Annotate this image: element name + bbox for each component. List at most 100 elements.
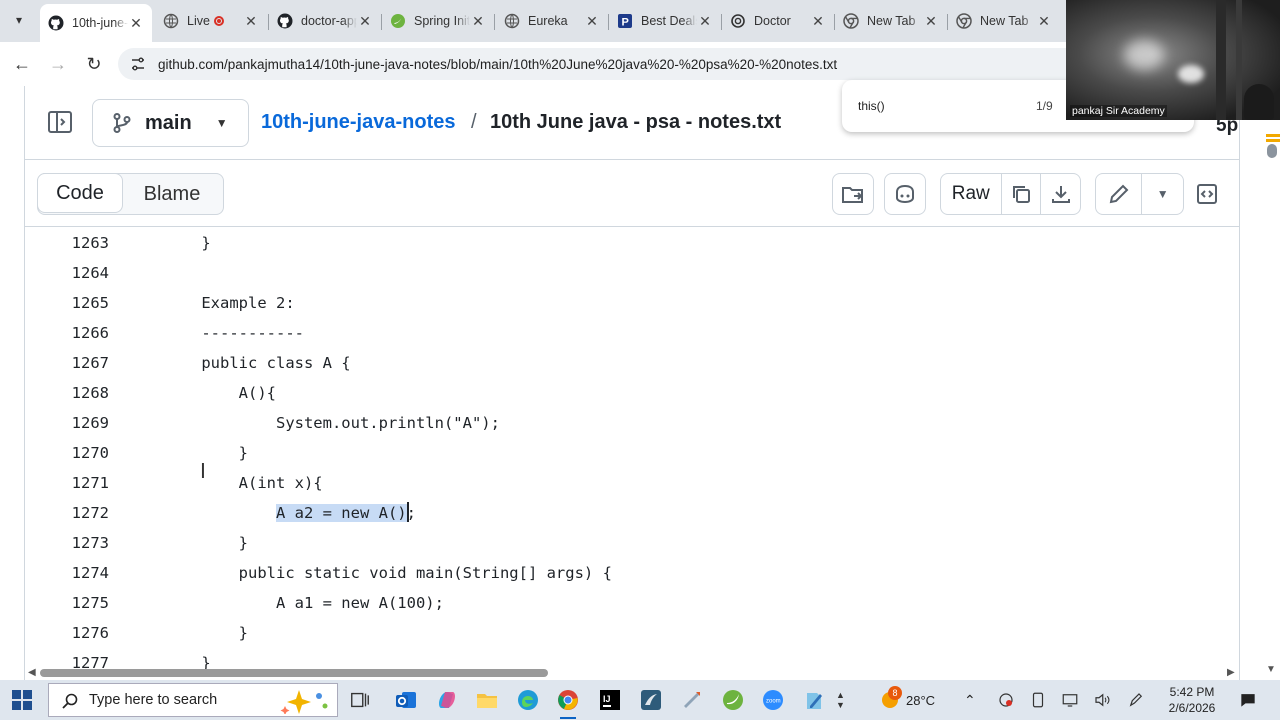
back-arrow-icon[interactable]: ←: [8, 50, 36, 78]
close-icon[interactable]: ✕: [1036, 13, 1052, 30]
line-number[interactable]: 1272: [25, 498, 109, 528]
copilot-button[interactable]: [884, 173, 926, 215]
close-icon[interactable]: ✕: [243, 13, 259, 30]
branch-selector-button[interactable]: main ▼: [92, 99, 249, 147]
mysql-workbench-icon[interactable]: [637, 686, 665, 714]
scroll-right-icon[interactable]: ▶: [1227, 667, 1235, 678]
code-view[interactable]: 1263 } 1264 1265 Example 2: 1266 -------…: [25, 228, 1239, 672]
vertical-scrollbar[interactable]: [1264, 134, 1280, 160]
chevron-up-icon[interactable]: ▲ ▼: [836, 690, 845, 710]
code-line: 1263 }: [25, 228, 1239, 258]
scroll-left-icon[interactable]: ◀: [28, 667, 36, 678]
tab-spring[interactable]: Spring Initializr ✕: [382, 4, 494, 38]
line-number[interactable]: 1264: [25, 258, 109, 288]
outlook-icon[interactable]: [392, 686, 420, 714]
antivirus-tray-icon[interactable]: [992, 686, 1020, 714]
close-icon[interactable]: ✕: [923, 13, 939, 30]
scrollbar-thumb[interactable]: [40, 669, 548, 677]
line-number[interactable]: 1267: [25, 348, 109, 378]
line-number[interactable]: 1270: [25, 438, 109, 468]
horizontal-scrollbar[interactable]: ◀ ▶: [24, 666, 1240, 680]
taskbar-clock[interactable]: 5:42 PM 2/6/2026: [1160, 684, 1224, 716]
copilot-icon: [896, 184, 914, 204]
close-icon[interactable]: ✕: [697, 13, 713, 30]
tab-doctor[interactable]: Doctor ✕: [722, 4, 834, 38]
notifications-icon[interactable]: [1234, 686, 1262, 714]
webcam-overlay: pankaj Sir Academy: [1066, 0, 1280, 120]
tab-code[interactable]: Code: [37, 173, 123, 213]
task-view-icon[interactable]: [346, 686, 374, 714]
tab-blame[interactable]: Blame: [122, 174, 222, 214]
tab-doctor-app[interactable]: doctor-app ✕: [269, 4, 381, 38]
address-bar[interactable]: github.com/pankajmutha14/10th-june-java-…: [118, 48, 1158, 80]
intellij-icon[interactable]: IJ: [596, 686, 624, 714]
code-line: 1274 public static void main(String[] ar…: [25, 558, 1239, 588]
line-number[interactable]: 1266: [25, 318, 109, 348]
site-settings-icon[interactable]: [130, 56, 146, 72]
windows-start-icon[interactable]: [12, 690, 32, 710]
line-content: }: [164, 534, 248, 552]
edge-icon[interactable]: [514, 686, 542, 714]
tab-new-tab-2[interactable]: New Tab ✕: [948, 4, 1060, 38]
tab-github-notes[interactable]: 10th-june-java-notes ✕: [40, 4, 152, 42]
line-number[interactable]: 1273: [25, 528, 109, 558]
scrollbar-thumb[interactable]: [1267, 144, 1277, 158]
pen-tray-icon[interactable]: [1122, 686, 1150, 714]
line-number[interactable]: 1276: [25, 618, 109, 648]
close-icon[interactable]: ✕: [357, 13, 373, 30]
breadcrumb-repo-link[interactable]: 10th-june-java-notes: [261, 111, 455, 134]
close-icon[interactable]: ✕: [810, 13, 826, 30]
file-explorer-icon[interactable]: [473, 686, 501, 714]
line-number[interactable]: 1268: [25, 378, 109, 408]
close-icon[interactable]: ✕: [128, 15, 144, 32]
close-icon[interactable]: ✕: [584, 13, 600, 30]
line-number[interactable]: 1269: [25, 408, 109, 438]
download-icon: [1051, 186, 1070, 203]
tab-new-tab-1[interactable]: New Tab ✕: [835, 4, 947, 38]
tab-eureka[interactable]: Eureka ✕: [496, 4, 608, 38]
open-in-codespace-button[interactable]: [832, 173, 874, 215]
line-number[interactable]: 1275: [25, 588, 109, 618]
weather-temperature[interactable]: 28°C: [906, 680, 935, 720]
tablet-tray-icon[interactable]: [1024, 686, 1052, 714]
scroll-down-icon[interactable]: ▼: [1266, 664, 1276, 675]
line-number[interactable]: 1265: [25, 288, 109, 318]
line-content: Example 2:: [164, 294, 295, 312]
zoom-icon[interactable]: zoom: [759, 686, 787, 714]
github-icon: [48, 15, 64, 31]
tab-search-icon[interactable]: ▾: [8, 9, 30, 31]
code-line: 1268 A(){: [25, 378, 1239, 408]
postman-icon[interactable]: [678, 686, 706, 714]
show-hidden-icons-icon[interactable]: ⌃: [964, 680, 976, 720]
edit-options-button[interactable]: ▼: [1141, 174, 1183, 214]
code-line: 1265 Example 2:: [25, 288, 1239, 318]
network-icon[interactable]: [1056, 686, 1084, 714]
line-number[interactable]: 1274: [25, 558, 109, 588]
close-icon[interactable]: ✕: [470, 13, 486, 30]
taskbar-scroll-arrows[interactable]: ▲ ▼: [836, 680, 845, 720]
forward-arrow-icon[interactable]: →: [44, 50, 72, 78]
chrome-taskbar-icon[interactable]: [554, 686, 582, 719]
chevron-down-icon: ▼: [215, 116, 228, 130]
svg-text:IJ: IJ: [603, 694, 611, 704]
find-query-input[interactable]: this(): [858, 99, 885, 113]
line-number[interactable]: 1271: [25, 468, 109, 498]
taskbar-search-box[interactable]: Type here to search: [48, 683, 338, 717]
reload-icon[interactable]: ↻: [80, 50, 108, 78]
copy-raw-button[interactable]: [1000, 174, 1041, 214]
spring-tool-suite-icon[interactable]: [719, 686, 747, 714]
notepad-icon[interactable]: [800, 686, 828, 714]
windows-taskbar: Type here to search IJ zoom ▲ ▼ 8 28°C ⌃…: [0, 680, 1280, 720]
volume-icon[interactable]: [1088, 686, 1116, 714]
symbols-panel-button[interactable]: [1187, 173, 1227, 215]
line-content: public class A {: [164, 354, 351, 372]
sidebar-expand-icon[interactable]: [46, 108, 74, 136]
edit-file-button[interactable]: [1096, 174, 1141, 214]
tab-label: Best Deals: [641, 14, 697, 28]
tab-live[interactable]: Live ✕: [155, 4, 267, 38]
copilot-app-icon[interactable]: [433, 686, 461, 714]
download-button[interactable]: [1040, 174, 1080, 214]
raw-button[interactable]: Raw: [941, 174, 1001, 214]
line-number[interactable]: 1263: [25, 228, 109, 258]
tab-best-deals[interactable]: P Best Deals ✕: [609, 4, 721, 38]
